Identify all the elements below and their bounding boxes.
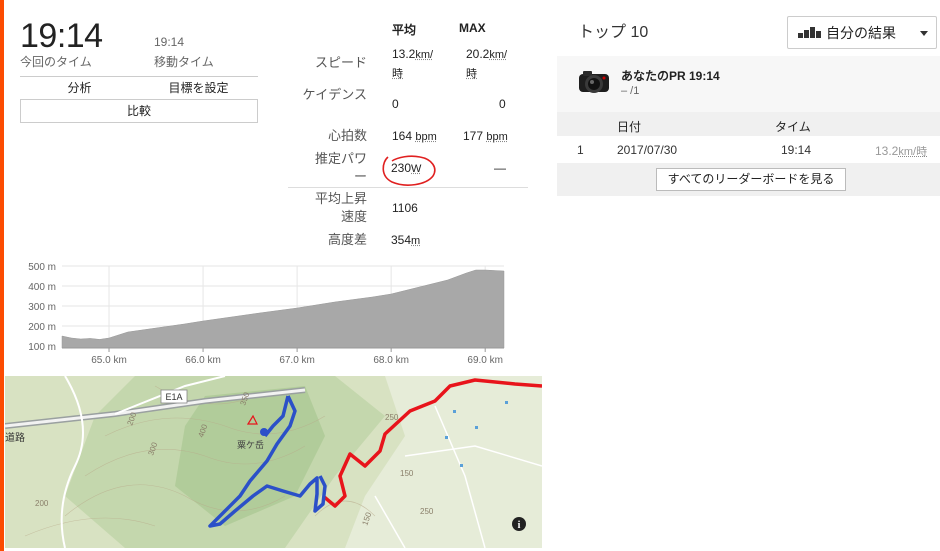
map-canvas: E1A 粟ケ岳 道路 250 200 300 400 350 150 250 2… bbox=[5, 376, 542, 548]
elevation-gain-value: 354 bbox=[391, 233, 412, 247]
y-tick-label: 500 m bbox=[28, 262, 56, 273]
view-all-leaderboards-button[interactable]: すべてのリーダーボードを見る bbox=[656, 168, 846, 191]
speed-max-value: 20.2 bbox=[466, 47, 490, 61]
pr-title: あなたのPR 19:14 bbox=[621, 69, 720, 83]
moving-time-label: 移動タイム bbox=[154, 55, 214, 69]
max-header: MAX bbox=[459, 21, 486, 35]
x-tick-label: 67.0 km bbox=[279, 355, 315, 366]
speed-label: スピード bbox=[314, 55, 367, 70]
y-tick-label: 400 m bbox=[28, 282, 56, 293]
heart-rate-label: 心拍数 bbox=[327, 128, 367, 143]
stats-divider bbox=[288, 187, 528, 188]
heart-rate-avg-value: 164 bbox=[392, 129, 413, 143]
speed-avg: 13.2km/時 bbox=[392, 45, 440, 83]
speed-max: 20.2km/時 bbox=[466, 45, 510, 83]
heart-rate-max-unit: bpm bbox=[486, 131, 508, 143]
row-speed-value: 13.2 bbox=[875, 144, 899, 158]
x-tick-label: 68.0 km bbox=[373, 355, 409, 366]
heart-rate-avg-unit: bpm bbox=[415, 131, 437, 143]
bar-chart-icon bbox=[798, 27, 821, 38]
top10-title: トップ 10 bbox=[578, 24, 649, 41]
road-label: E1A bbox=[165, 392, 182, 402]
pr-rank: – /1 bbox=[621, 85, 640, 97]
contour-label: 200 bbox=[35, 499, 49, 508]
analyze-button[interactable]: 分析 bbox=[20, 77, 139, 99]
y-tick-label: 300 m bbox=[28, 302, 56, 313]
col-time: タイム bbox=[775, 120, 811, 134]
power-label: 推定パワー bbox=[314, 151, 367, 184]
y-tick-label: 200 m bbox=[28, 322, 56, 333]
heart-rate-max: 177 bpm bbox=[463, 127, 508, 146]
results-filter-label: 自分の結果 bbox=[826, 24, 896, 41]
avatar[interactable] bbox=[577, 66, 611, 100]
road-name-label: 道路 bbox=[5, 431, 25, 444]
pr-header: あなたのPR 19:14 – /1 bbox=[557, 56, 940, 112]
elevation-area bbox=[61, 269, 505, 349]
elevation-gain-unit: m bbox=[411, 235, 421, 247]
set-goal-button[interactable]: 目標を設定 bbox=[139, 77, 258, 99]
avg-header: 平均 bbox=[392, 23, 417, 37]
x-tick-label: 69.0 km bbox=[467, 355, 503, 366]
action-buttons: 分析 目標を設定 bbox=[20, 76, 258, 99]
table-row[interactable]: 1 2017/07/30 19:14 13.2km/時 bbox=[557, 136, 940, 163]
info-icon-glyph: i bbox=[518, 520, 521, 531]
route-map[interactable]: E1A 粟ケ岳 道路 250 200 300 400 350 150 250 2… bbox=[5, 376, 542, 548]
elapsed-time: 19:14 bbox=[20, 17, 103, 55]
left-accent-bar bbox=[0, 0, 4, 551]
cadence-label: ケイデンス bbox=[302, 87, 367, 102]
chevron-down-icon bbox=[920, 31, 928, 36]
speed-avg-value: 13.2 bbox=[392, 47, 416, 61]
x-tick-label: 65.0 km bbox=[91, 355, 127, 366]
y-tick-label: 100 m bbox=[28, 342, 56, 353]
heart-rate-max-value: 177 bbox=[463, 129, 484, 143]
moving-time: 19:14 bbox=[154, 35, 185, 49]
elevation-chart[interactable]: 500 m 400 m 300 m 200 m 100 m 65.0 km 66.0 km 6… bbox=[20, 258, 530, 370]
elevation-gain-label: 高度差 bbox=[327, 232, 367, 247]
contour-label: 250 bbox=[385, 413, 399, 422]
contour-label: 250 bbox=[420, 507, 434, 516]
leaderboard-header: 日付 タイム bbox=[557, 114, 940, 136]
climb-rate-avg: 1106 bbox=[392, 201, 418, 215]
elapsed-time-label: 今回のタイム bbox=[20, 55, 92, 69]
elevation-gain: 354m bbox=[391, 231, 420, 250]
cadence-avg: 0 bbox=[392, 97, 399, 111]
heart-rate-avg: 164 bpm bbox=[392, 127, 437, 146]
row-speed-unit: km/時 bbox=[898, 146, 928, 158]
row-date: 2017/07/30 bbox=[617, 143, 678, 157]
row-time: 19:14 bbox=[781, 143, 812, 157]
cadence-max: 0 bbox=[499, 97, 506, 111]
annotation-circle bbox=[382, 155, 436, 186]
row-rank: 1 bbox=[577, 143, 584, 157]
results-filter-dropdown[interactable]: 自分の結果 bbox=[787, 16, 937, 49]
row-speed: 13.2km/時 bbox=[875, 143, 927, 159]
x-tick-label: 66.0 km bbox=[185, 355, 221, 366]
place-label: 粟ケ岳 bbox=[237, 439, 264, 451]
power-max: — bbox=[494, 161, 506, 175]
contour-label: 150 bbox=[400, 469, 414, 478]
compare-button[interactable]: 比較 bbox=[20, 99, 258, 123]
climb-rate-label: 平均上昇速度 bbox=[314, 191, 367, 224]
leaderboard-panel: あなたのPR 19:14 – /1 日付 タイム 1 2017/07/30 19… bbox=[557, 56, 940, 196]
col-date: 日付 bbox=[617, 120, 642, 134]
